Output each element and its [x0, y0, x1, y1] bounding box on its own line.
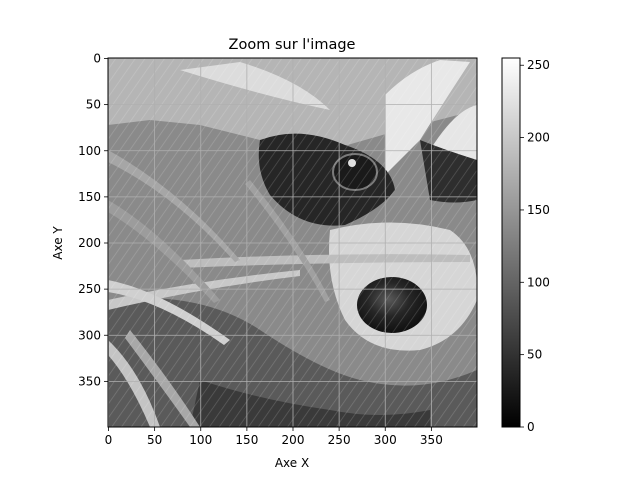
- y-tick-label: 250: [78, 282, 101, 296]
- x-tick-label: 150: [235, 433, 258, 447]
- x-axis-ticks: 0 50 100 150 200 250 300 350: [105, 427, 443, 447]
- colorbar-tick-label: 50: [527, 348, 542, 362]
- y-tick-label: 150: [78, 190, 101, 204]
- x-tick-label: 250: [328, 433, 351, 447]
- colorbar-tick-label: 0: [527, 420, 535, 434]
- x-tick-label: 100: [189, 433, 212, 447]
- colorbar-tick-label: 250: [527, 58, 550, 72]
- colorbar-gradient: [501, 57, 521, 428]
- y-tick-label: 200: [78, 236, 101, 250]
- x-tick-label: 0: [105, 433, 113, 447]
- colorbar-tick-label: 150: [527, 203, 550, 217]
- x-tick-label: 200: [282, 433, 305, 447]
- colorbar-ticks: 0 50 100 150 200 250: [520, 58, 550, 434]
- y-axis-label: Axe Y: [51, 226, 65, 260]
- figure: 0 50 100 150 200 250 300 350 0 50 100 150 200 250 300…: [51, 37, 550, 470]
- x-axis-label: Axe X: [275, 456, 309, 470]
- colorbar: 0 50 100 150 200 250: [501, 57, 550, 434]
- chart-title: Zoom sur l'image: [229, 37, 356, 53]
- y-tick-label: 300: [78, 328, 101, 342]
- colorbar-tick-label: 200: [527, 131, 550, 145]
- y-tick-label: 0: [93, 52, 101, 66]
- y-tick-label: 350: [78, 374, 101, 388]
- x-tick-label: 50: [147, 433, 162, 447]
- colorbar-tick-label: 100: [527, 275, 550, 289]
- y-tick-label: 100: [78, 144, 101, 158]
- y-axis-ticks: 0 50 100 150 200 250 300 350: [78, 52, 108, 388]
- x-tick-label: 300: [374, 433, 397, 447]
- y-tick-label: 50: [86, 98, 101, 112]
- x-tick-label: 350: [420, 433, 443, 447]
